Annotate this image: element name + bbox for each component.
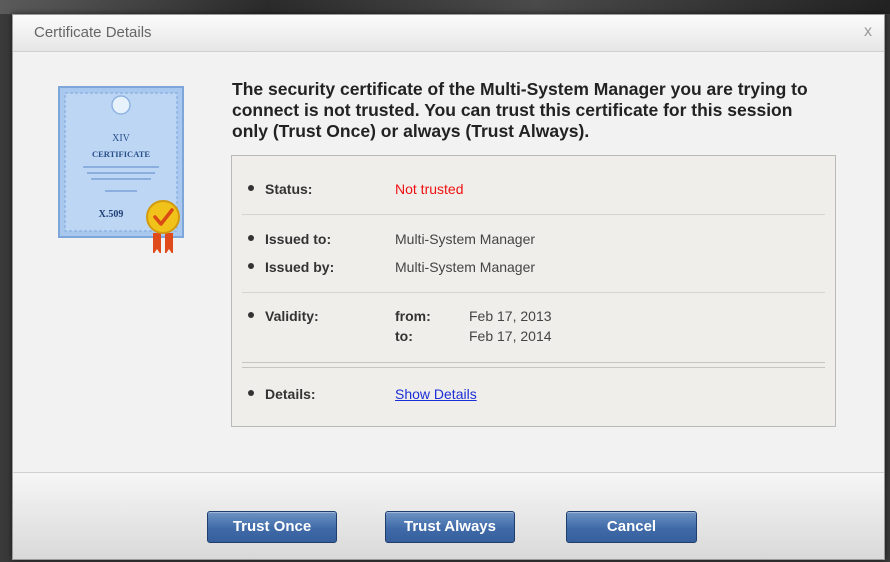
validity-to-label: to:	[395, 328, 413, 344]
bullet-icon	[248, 390, 254, 397]
dialog-title: Certificate Details	[34, 24, 152, 41]
close-icon[interactable]: x	[864, 23, 872, 41]
certificate-roman-text: XIV	[112, 133, 131, 144]
issued-to-value: Multi-System Manager	[395, 231, 536, 247]
bullet-icon	[248, 312, 254, 319]
certificate-details-dialog: Certificate Details x XIV CERTIFICATE X.…	[12, 14, 885, 560]
issued-to-label: Issued to:	[248, 231, 331, 247]
issued-by-label: Issued by:	[248, 259, 334, 275]
trust-always-button[interactable]: Trust Always	[385, 511, 515, 543]
certificate-details-panel: Status: Not trusted Issued to: Multi-Sys…	[231, 155, 836, 427]
certificate-type-text: X.509	[99, 209, 124, 220]
bullet-icon	[248, 235, 254, 242]
validity-from-value: Feb 17, 2013	[469, 308, 552, 324]
divider	[242, 214, 825, 215]
details-label: Details:	[248, 386, 316, 402]
bullet-icon	[248, 263, 254, 270]
double-divider	[242, 362, 825, 368]
certificate-icon: XIV CERTIFICATE X.509	[58, 86, 184, 253]
issued-by-value: Multi-System Manager	[395, 259, 536, 275]
certificate-heading-text: CERTIFICATE	[92, 149, 150, 159]
trust-once-button[interactable]: Trust Once	[207, 511, 337, 543]
show-details-link[interactable]: Show Details	[395, 386, 477, 402]
validity-to-value: Feb 17, 2014	[469, 328, 552, 344]
bullet-icon	[248, 185, 254, 192]
cancel-button[interactable]: Cancel	[566, 511, 697, 543]
background-window	[0, 0, 890, 14]
status-value: Not trusted	[395, 181, 464, 197]
dialog-titlebar: Certificate Details x	[13, 15, 884, 52]
validity-label: Validity:	[248, 308, 319, 324]
validity-from-label: from:	[395, 308, 431, 324]
status-label: Status:	[248, 181, 312, 197]
dialog-footer: Trust Once Trust Always Cancel	[13, 472, 884, 559]
divider	[242, 292, 825, 293]
trust-warning-message: The security certificate of the Multi-Sy…	[232, 79, 808, 141]
